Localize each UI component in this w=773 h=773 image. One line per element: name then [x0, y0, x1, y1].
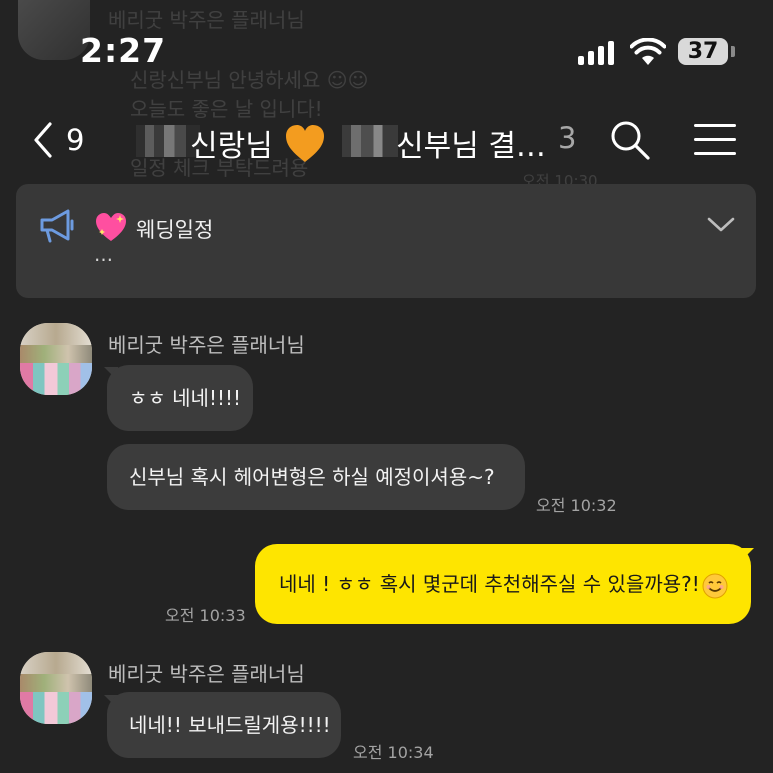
title-part-1: 신랑님	[190, 129, 273, 164]
sparkling-heart-icon	[96, 213, 126, 241]
search-button[interactable]	[608, 118, 654, 162]
menu-button[interactable]	[692, 120, 738, 160]
chevron-down-icon[interactable]	[706, 216, 736, 234]
sender-name: 베리굿 박주은 플래너님	[108, 333, 305, 357]
my-message-bubble[interactable]: 네네 ! ㅎㅎ 혹시 몇군데 추천해주실 수 있을까용?!	[255, 544, 751, 624]
message-bubble[interactable]: 네네!! 보내드릴게용!!!!	[107, 692, 341, 758]
blurred-name	[342, 125, 398, 157]
message-bubble[interactable]: 신부님 혹시 헤어변형은 하실 예정이셔용~?	[107, 444, 525, 510]
chat-title[interactable]: 신랑님 신부님 결…	[132, 116, 582, 164]
orange-heart-icon	[286, 125, 324, 162]
message-bubble[interactable]: ㅎㅎ 네네!!!!	[107, 365, 253, 431]
notice-title: 웨딩일정	[136, 218, 214, 242]
search-icon	[611, 121, 650, 160]
message-timestamp: 오전 10:33	[165, 606, 246, 625]
menu-icon	[694, 124, 736, 127]
unread-count: 9	[66, 123, 85, 157]
chat-screen: 베리굿 박주은 플래너님 신랑신부님 안녕하세요 ☺☺ 오늘도 좋은 날 입니다…	[0, 0, 773, 773]
status-time: 2:27	[80, 31, 167, 70]
smiling-face-icon	[702, 573, 728, 598]
title-part-2: 신부님 결…	[396, 129, 546, 164]
ghost-sender-name: 베리굿 박주은 플래너님	[108, 8, 305, 32]
megaphone-icon	[40, 209, 74, 243]
battery-indicator: 37	[678, 38, 728, 65]
chevron-left-icon	[34, 122, 52, 158]
sender-name: 베리굿 박주은 플래너님	[108, 662, 305, 686]
notice-preview: …	[94, 244, 113, 266]
member-count: 3	[558, 121, 577, 155]
message-timestamp: 오전 10:32	[536, 496, 617, 515]
back-button[interactable]: 9	[28, 118, 98, 162]
pinned-notice[interactable]: 웨딩일정 …	[16, 184, 756, 298]
message-text: 네네 ! ㅎㅎ 혹시 몇군데 추천해주실 수 있을까용?!	[279, 572, 700, 596]
sender-avatar[interactable]	[20, 323, 92, 395]
battery-cap	[731, 46, 735, 57]
message-timestamp: 오전 10:34	[353, 743, 434, 762]
cellular-signal-icon	[578, 40, 618, 65]
wifi-icon	[630, 38, 666, 65]
sender-avatar[interactable]	[20, 652, 92, 724]
